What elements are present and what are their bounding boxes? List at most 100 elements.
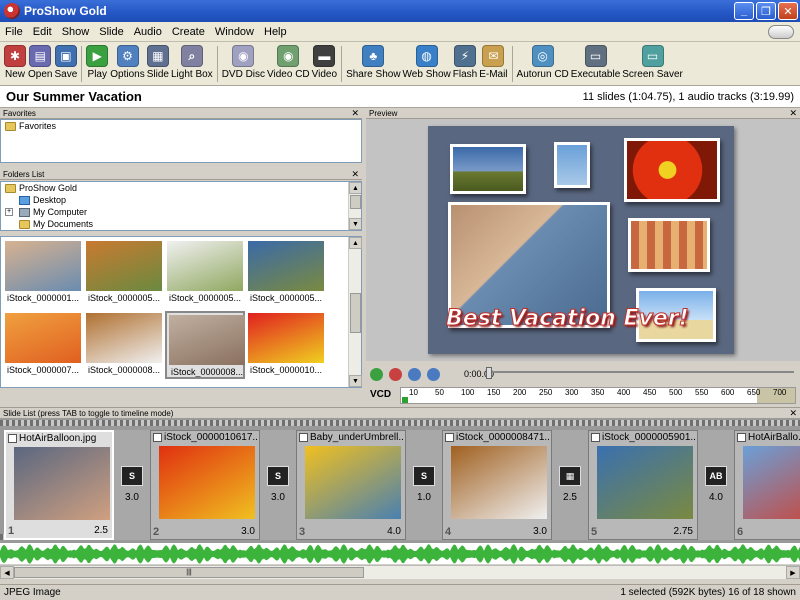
- slide-checkbox[interactable]: [445, 433, 454, 442]
- slide-checkbox[interactable]: [737, 433, 746, 442]
- thumbnail-item[interactable]: iStock_0000008...: [84, 311, 164, 379]
- thumbnails-scrollbar[interactable]: ▲ ▼: [348, 237, 362, 387]
- flash-button[interactable]: ⚡ Flash: [453, 42, 477, 84]
- thumbnail-item[interactable]: iStock_0000005...: [84, 239, 164, 307]
- scroll-thumb[interactable]: |||: [14, 567, 364, 578]
- slide-checkbox[interactable]: [591, 433, 600, 442]
- slide-duration[interactable]: 3.0: [241, 526, 255, 537]
- share-show-button[interactable]: ♣ Share Show: [346, 42, 401, 84]
- scroll-left-icon[interactable]: ◀: [0, 566, 14, 579]
- scroll-thumb[interactable]: [350, 293, 361, 333]
- menu-audio[interactable]: Audio: [129, 26, 167, 38]
- maximize-button[interactable]: ❐: [756, 2, 776, 20]
- scroll-down-icon[interactable]: ▼: [349, 375, 362, 387]
- web-show-button[interactable]: ◍ Web Show: [403, 42, 451, 84]
- transition-item[interactable]: AB 4.0: [698, 430, 734, 540]
- folder-tree-item[interactable]: My Documents: [1, 218, 361, 230]
- transition-item[interactable]: S 3.0: [114, 430, 150, 540]
- close-icon[interactable]: ✕: [351, 169, 359, 180]
- transition-icon[interactable]: S: [121, 466, 143, 486]
- scroll-up-icon[interactable]: ▲: [349, 182, 361, 194]
- slide-item[interactable]: Baby_underUmbrell... 3 4.0: [296, 430, 406, 540]
- minimize-button[interactable]: _: [734, 2, 754, 20]
- options-button[interactable]: ⚙ Options: [110, 42, 145, 84]
- thumbnail-item[interactable]: iStock_0000007...: [3, 311, 83, 379]
- play-button[interactable]: ▶ Play: [86, 42, 109, 84]
- expand-icon[interactable]: +: [5, 208, 13, 216]
- video-button[interactable]: ▬ Video: [312, 42, 337, 84]
- thumbnail-item[interactable]: iStock_0000005...: [246, 239, 326, 307]
- playback-slider-handle[interactable]: [486, 367, 492, 379]
- transition-duration[interactable]: 2.5: [552, 492, 588, 503]
- new-button[interactable]: ✱ New: [4, 42, 26, 84]
- app-icon[interactable]: [4, 3, 20, 19]
- folders-scrollbar[interactable]: ▲ ▼: [348, 182, 361, 230]
- next-icon[interactable]: [427, 367, 440, 381]
- open-button[interactable]: ▤ Open: [28, 42, 52, 84]
- transition-icon[interactable]: S: [413, 466, 435, 486]
- stop-icon[interactable]: [389, 367, 402, 381]
- thumbnail-item[interactable]: iStock_0000005...: [165, 239, 245, 307]
- scroll-thumb[interactable]: [350, 195, 361, 209]
- menu-window[interactable]: Window: [210, 26, 259, 38]
- favorites-item[interactable]: Favorites: [1, 120, 361, 132]
- menu-slide[interactable]: Slide: [94, 26, 128, 38]
- thumbnail-image: [248, 241, 324, 291]
- save-button[interactable]: ▣ Save: [54, 42, 77, 84]
- slide-checkbox[interactable]: [153, 433, 162, 442]
- folder-tree-item[interactable]: + My Computer: [1, 206, 361, 218]
- menu-help[interactable]: Help: [259, 26, 292, 38]
- close-button[interactable]: ✕: [778, 2, 798, 20]
- slide-item[interactable]: HotAirBalloon.jpg 1 2.5: [4, 430, 114, 540]
- slide-item[interactable]: iStock_0000005901... 5 2.75: [588, 430, 698, 540]
- slide-duration[interactable]: 2.75: [674, 526, 693, 537]
- previous-icon[interactable]: [408, 367, 421, 381]
- video-cd-button[interactable]: ◉ Video CD: [267, 42, 310, 84]
- transition-duration[interactable]: 4.0: [698, 492, 734, 503]
- slide-button[interactable]: ▦ Slide: [147, 42, 169, 84]
- timeline-ruler[interactable]: 10 50 100 150 200 250 300 350 400 450 500 550 600 650…: [400, 387, 796, 404]
- transition-duration[interactable]: 3.0: [114, 492, 150, 503]
- slide-checkbox[interactable]: [299, 433, 308, 442]
- slide-item[interactable]: iStock_0000008471... 4 3.0: [442, 430, 552, 540]
- menu-create[interactable]: Create: [167, 26, 210, 38]
- slide-duration[interactable]: 3.0: [533, 526, 547, 537]
- dvd-disc-button[interactable]: ◉ DVD Disc: [222, 42, 265, 84]
- audio-track[interactable]: [0, 542, 800, 564]
- slide-item[interactable]: iStock_0000010617... 2 3.0: [150, 430, 260, 540]
- thumbnail-item[interactable]: iStock_0000010...: [246, 311, 326, 379]
- transition-item[interactable]: ▦ 2.5: [552, 430, 588, 540]
- slide-item[interactable]: HotAirBallo... 6: [734, 430, 800, 540]
- playback-track[interactable]: [488, 371, 794, 373]
- menu-file[interactable]: File: [0, 26, 28, 38]
- slide-list-scrollbar[interactable]: ◀ ||| ▶: [0, 565, 800, 579]
- scroll-down-icon[interactable]: ▼: [349, 218, 361, 230]
- autorun-cd-button[interactable]: ◎ Autorun CD: [517, 42, 569, 84]
- close-icon[interactable]: ✕: [789, 108, 797, 119]
- e-mail-button[interactable]: ✉ E-Mail: [479, 42, 508, 84]
- slide-duration[interactable]: 4.0: [387, 526, 401, 537]
- transition-item[interactable]: S 3.0: [260, 430, 296, 540]
- transition-icon[interactable]: ▦: [559, 466, 581, 486]
- slide-duration[interactable]: 2.5: [94, 525, 108, 536]
- scroll-right-icon[interactable]: ▶: [786, 566, 800, 579]
- close-icon[interactable]: ✕: [351, 108, 359, 119]
- folder-tree-item[interactable]: Desktop: [1, 194, 361, 206]
- light-box-button[interactable]: ⌕ Light Box: [171, 42, 213, 84]
- preview-stage[interactable]: Best Vacation Ever!: [428, 126, 734, 354]
- transition-duration[interactable]: 3.0: [260, 492, 296, 503]
- transition-icon[interactable]: AB: [705, 466, 727, 486]
- thumbnail-item[interactable]: iStock_0000001...: [3, 239, 83, 307]
- transition-item[interactable]: S 1.0: [406, 430, 442, 540]
- slide-checkbox[interactable]: [8, 434, 17, 443]
- screen-saver-button[interactable]: ▭ Screen Saver: [622, 42, 683, 84]
- menu-edit[interactable]: Edit: [28, 26, 57, 38]
- transition-duration[interactable]: 1.0: [406, 492, 442, 503]
- scroll-up-icon[interactable]: ▲: [349, 237, 362, 249]
- executable-button[interactable]: ▭ Executable: [571, 42, 620, 84]
- transition-icon[interactable]: S: [267, 466, 289, 486]
- play-icon[interactable]: [370, 367, 383, 381]
- thumbnail-item[interactable]: iStock_0000008...: [165, 311, 245, 379]
- folder-tree-item[interactable]: ProShow Gold: [1, 182, 361, 194]
- menu-show[interactable]: Show: [57, 26, 95, 38]
